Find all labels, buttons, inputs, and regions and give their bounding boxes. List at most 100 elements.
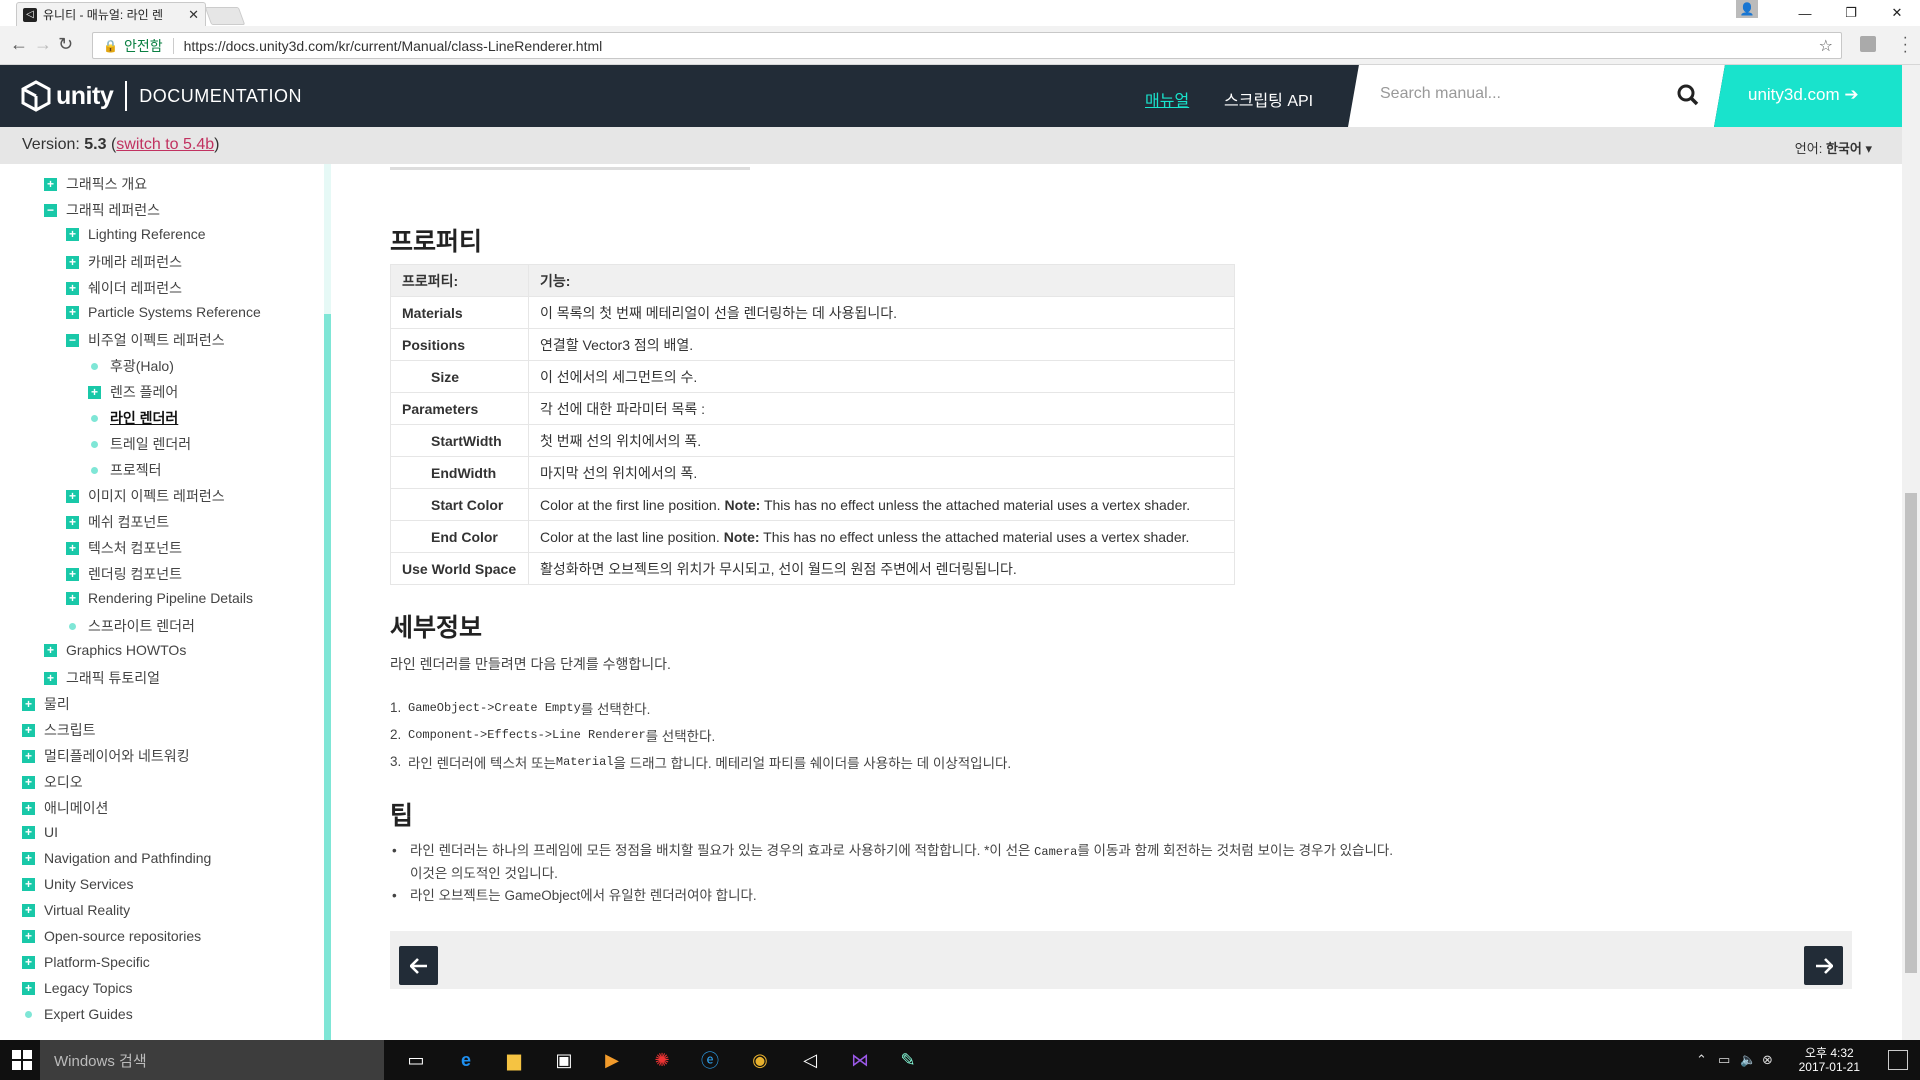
expand-icon[interactable]: + (66, 591, 79, 605)
sidebar-item-라인-렌더러[interactable]: 라인 렌더러 (88, 408, 178, 428)
expand-icon[interactable]: + (22, 929, 35, 943)
expand-icon[interactable]: + (22, 877, 35, 891)
sidebar-item-오디오[interactable]: + 오디오 (22, 772, 83, 792)
expand-icon[interactable]: + (22, 981, 35, 995)
expand-icon[interactable]: + (44, 671, 57, 685)
sidebar-item-렌즈-플레어[interactable]: + 렌즈 플레어 (88, 382, 178, 402)
sidebar-item-그래픽-레퍼런스[interactable]: − 그래픽 레퍼런스 (44, 200, 160, 220)
taskbar-search-input[interactable]: Windows 검색 (40, 1040, 384, 1080)
bookmark-star-icon[interactable]: ☆ (1819, 36, 1833, 56)
sidebar-item-expert-guides[interactable]: Expert Guides (22, 1006, 133, 1022)
sidebar-scroll-thumb[interactable] (324, 314, 331, 1040)
sidebar-item-platform-specific[interactable]: + Platform-Specific (22, 954, 150, 970)
expand-icon[interactable]: + (44, 643, 57, 657)
sidebar-item-스프라이트-렌더러[interactable]: 스프라이트 렌더러 (66, 616, 195, 636)
app-icon[interactable]: ✺ (648, 1046, 676, 1074)
search-input[interactable]: Search manual... (1380, 85, 1680, 109)
expand-icon[interactable]: + (22, 851, 35, 865)
page-scrollbar[interactable] (1902, 65, 1920, 1040)
expand-icon[interactable]: + (22, 903, 35, 917)
sidebar-item-legacy-topics[interactable]: + Legacy Topics (22, 980, 132, 996)
language-selector[interactable]: 언어: 한국어 ▾ (1795, 138, 1872, 157)
expand-icon[interactable]: + (66, 255, 79, 269)
action-center-icon[interactable] (1888, 1050, 1908, 1070)
paint-icon[interactable]: ✎ (894, 1046, 922, 1074)
unity3d-link[interactable]: unity3d.com ➔ (1748, 85, 1859, 105)
sidebar-item-스크립트[interactable]: + 스크립트 (22, 720, 96, 740)
collapse-icon[interactable]: − (44, 203, 57, 217)
expand-icon[interactable]: + (66, 281, 79, 295)
ie-icon[interactable]: ⓔ (696, 1046, 724, 1074)
expand-icon[interactable]: + (22, 955, 35, 969)
unity-logo[interactable]: unity DOCUMENTATION (20, 80, 302, 112)
switch-version-link[interactable]: switch to 5.4b (116, 136, 214, 153)
expand-icon[interactable]: + (44, 177, 57, 191)
user-profile-icon[interactable]: 👤 (1736, 0, 1758, 18)
expand-icon[interactable]: + (22, 723, 35, 737)
store-icon[interactable]: ▣ (550, 1046, 578, 1074)
expand-icon[interactable]: + (88, 385, 101, 399)
browser-tab[interactable]: ◁ 유니티 - 매뉴얼: 라인 렌 ✕ (16, 2, 206, 26)
nav-scripting-api-link[interactable]: 스크립팅 API (1224, 87, 1313, 111)
sidebar-item-open-source-repositories[interactable]: + Open-source repositories (22, 928, 201, 944)
sidebar-item-비주얼-이펙트-레퍼런스[interactable]: − 비주얼 이펙트 레퍼런스 (66, 330, 225, 350)
search-icon[interactable] (1676, 83, 1700, 107)
back-icon[interactable]: ← (10, 34, 28, 55)
sidebar-item-메쉬-컴포넌트[interactable]: + 메쉬 컴포넌트 (66, 512, 169, 532)
sidebar-item-텍스처-컴포넌트[interactable]: + 텍스처 컴포넌트 (66, 538, 182, 558)
unity-app-icon[interactable]: ◁ (796, 1046, 824, 1074)
sidebar-item-렌더링-컴포넌트[interactable]: + 렌더링 컴포넌트 (66, 564, 182, 584)
sidebar-item-rendering-pipeline-details[interactable]: + Rendering Pipeline Details (66, 590, 253, 606)
expand-icon[interactable]: + (66, 515, 79, 529)
notification-icon[interactable]: ⊗ (1762, 1052, 1773, 1068)
sidebar-item-카메라-레퍼런스[interactable]: + 카메라 레퍼런스 (66, 252, 182, 272)
sidebar-item-lighting-reference[interactable]: + Lighting Reference (66, 226, 206, 242)
expand-icon[interactable]: + (66, 227, 79, 241)
url-text[interactable]: https://docs.unity3d.com/kr/current/Manu… (184, 38, 603, 54)
media-player-icon[interactable]: ▶ (598, 1046, 626, 1074)
sidebar-item-프로젝터[interactable]: 프로젝터 (88, 460, 162, 480)
sidebar-item-이미지-이펙트-레퍼런스[interactable]: + 이미지 이펙트 레퍼런스 (66, 486, 225, 506)
sidebar-item-그래픽스-개요[interactable]: + 그래픽스 개요 (44, 174, 147, 194)
sidebar-item-그래픽-튜토리얼[interactable]: + 그래픽 튜토리얼 (44, 668, 160, 688)
sidebar-item-물리[interactable]: + 물리 (22, 694, 70, 714)
sidebar-item-ui[interactable]: + UI (22, 824, 58, 840)
collapse-icon[interactable]: − (66, 333, 79, 347)
restore-icon[interactable]: ❐ (1828, 0, 1874, 26)
sidebar-item-후광-halo[interactable]: 후광(Halo) (88, 356, 174, 376)
edge-icon[interactable]: e (452, 1046, 480, 1074)
expand-icon[interactable]: + (22, 775, 35, 789)
expand-icon[interactable]: + (22, 749, 35, 763)
sidebar-item-멀티플레이어와-네트워킹[interactable]: + 멀티플레이어와 네트워킹 (22, 746, 190, 766)
page-scroll-thumb[interactable] (1905, 493, 1917, 973)
expand-icon[interactable]: + (22, 697, 35, 711)
sidebar-item-쉐이더-레퍼런스[interactable]: + 쉐이더 레퍼런스 (66, 278, 182, 298)
sidebar-item-graphics-howtos[interactable]: + Graphics HOWTOs (44, 642, 186, 658)
windows-start-icon[interactable] (12, 1050, 32, 1070)
expand-icon[interactable]: + (22, 825, 35, 839)
expand-icon[interactable]: + (66, 567, 79, 581)
volume-icon[interactable]: 🔈 (1740, 1052, 1756, 1068)
expand-icon[interactable]: + (66, 541, 79, 555)
task-view-icon[interactable]: ▭ (402, 1046, 430, 1074)
browser-menu-icon[interactable]: · · · (1903, 30, 1908, 60)
previous-page-button[interactable] (399, 946, 438, 985)
clock[interactable]: 오후 4:32 2017-01-21 (1799, 1046, 1860, 1074)
sidebar-scrollbar[interactable] (324, 164, 331, 1040)
forward-icon[interactable]: → (34, 34, 52, 55)
new-tab-button[interactable] (204, 7, 246, 25)
minimize-icon[interactable]: — (1782, 0, 1828, 26)
tray-expand-icon[interactable]: ⌃ (1696, 1052, 1707, 1068)
close-window-icon[interactable]: ✕ (1874, 0, 1920, 26)
address-bar[interactable]: 🔒 안전함 https://docs.unity3d.com/kr/curren… (92, 32, 1842, 59)
sidebar-item-애니메이션[interactable]: + 애니메이션 (22, 798, 108, 818)
sidebar-item-virtual-reality[interactable]: + Virtual Reality (22, 902, 130, 918)
visual-studio-icon[interactable]: ⋈ (846, 1046, 874, 1074)
reload-icon[interactable]: ↻ (58, 34, 73, 55)
expand-icon[interactable]: + (22, 801, 35, 815)
network-icon[interactable]: ▭ (1718, 1052, 1730, 1068)
sidebar-item-navigation-and-pathfinding[interactable]: + Navigation and Pathfinding (22, 850, 211, 866)
extension-icon[interactable] (1860, 36, 1876, 52)
sidebar-item-particle-systems-reference[interactable]: + Particle Systems Reference (66, 304, 261, 320)
sidebar-item-unity-services[interactable]: + Unity Services (22, 876, 133, 892)
